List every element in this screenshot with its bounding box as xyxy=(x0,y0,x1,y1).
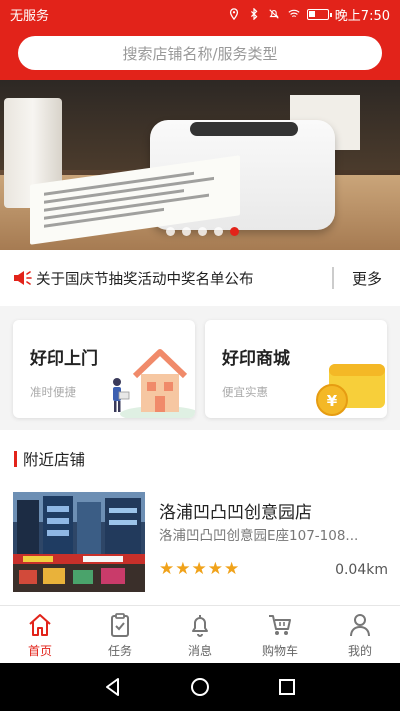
more-link[interactable]: 更多 xyxy=(334,268,400,289)
system-nav-bar xyxy=(0,663,400,711)
store-photo xyxy=(13,492,145,592)
notice-bar[interactable]: 关于国庆节抽奖活动中奖名单公布 更多 xyxy=(0,250,400,306)
carousel-dot[interactable] xyxy=(166,227,175,236)
section-title: 附近店铺 xyxy=(23,451,86,469)
tab-cart[interactable]: 购物车 xyxy=(240,606,320,663)
carousel-dot[interactable] xyxy=(182,227,191,236)
mute-icon xyxy=(269,9,279,19)
wifi-icon xyxy=(288,9,300,18)
status-icons: 晚上7:50 xyxy=(227,5,390,24)
card-subtitle: 便宜实惠 xyxy=(222,385,268,399)
carousel-dot[interactable] xyxy=(198,227,207,236)
search-input[interactable]: 搜索店铺名称/服务类型 xyxy=(18,36,382,70)
recents-icon[interactable] xyxy=(276,676,298,698)
nearby-stores-section: 附近店铺 洛浦凹凸凹创意园店 洛浦凹凸凹创意园E座107-108... ★★★★… xyxy=(0,430,400,605)
bluetooth-icon xyxy=(250,8,258,20)
svg-text:¥: ¥ xyxy=(327,392,338,410)
carousel-dot[interactable] xyxy=(214,227,223,236)
status-bar: 无服务 晚上7:50 xyxy=(0,0,400,28)
tab-label: 首页 xyxy=(27,643,52,658)
store-list-item[interactable]: 洛浦凹凸凹创意园店 洛浦凹凸凹创意园E座107-108... ★★★★★ 0.0… xyxy=(13,492,388,594)
tab-profile[interactable]: 我的 xyxy=(320,606,400,663)
user-icon xyxy=(350,613,370,636)
carousel-dot-active[interactable] xyxy=(230,227,239,236)
home-circle-icon[interactable] xyxy=(189,676,211,698)
house-icon xyxy=(113,349,195,418)
tab-tasks[interactable]: 任务 xyxy=(80,606,160,663)
card-title: 好印商城 xyxy=(222,349,290,369)
wallet-coin-icon: ¥ xyxy=(316,364,385,416)
notice-text[interactable]: 关于国庆节抽奖活动中奖名单公布 xyxy=(36,268,332,289)
bell-icon xyxy=(192,614,208,637)
cart-icon xyxy=(269,614,291,635)
bottom-tab-bar: 首页 任务 消息 购物车 我的 xyxy=(0,605,400,663)
tab-messages[interactable]: 消息 xyxy=(160,606,240,663)
speaker-icon xyxy=(14,271,32,285)
back-icon[interactable] xyxy=(102,676,124,698)
tab-home[interactable]: 首页 xyxy=(0,606,80,663)
mall-card[interactable]: 好印商城 便宜实惠 ¥ xyxy=(205,320,387,418)
search-placeholder: 搜索店铺名称/服务类型 xyxy=(122,44,278,63)
battery-icon xyxy=(306,8,332,20)
tab-label: 购物车 xyxy=(261,643,298,658)
app-header: 无服务 晚上7:50 搜索店铺名称/服务类型 xyxy=(0,0,400,80)
tab-label: 任务 xyxy=(107,643,132,658)
carrier-label: 无服务 xyxy=(10,8,50,24)
clipboard-icon xyxy=(111,612,129,637)
carousel-indicator xyxy=(166,227,239,236)
home-service-card[interactable]: 好印上门 准时便捷 xyxy=(13,320,195,418)
store-distance: 0.04km xyxy=(335,562,388,578)
clock-label: 晚上7:50 xyxy=(334,8,390,24)
store-name: 洛浦凹凸凹创意园店 xyxy=(159,503,312,523)
section-header: 附近店铺 xyxy=(14,448,85,470)
tab-label: 我的 xyxy=(347,643,372,658)
store-address: 洛浦凹凸凹创意园E座107-108... xyxy=(159,528,359,544)
promo-banner[interactable] xyxy=(0,80,400,250)
home-icon xyxy=(29,613,51,636)
store-rating-stars: ★★★★★ xyxy=(159,559,241,579)
service-cards: 好印上门 准时便捷 好印商城 便宜实惠 ¥ xyxy=(0,306,400,430)
card-subtitle: 准时便捷 xyxy=(30,385,76,399)
card-title: 好印上门 xyxy=(30,349,98,369)
location-icon xyxy=(229,8,238,20)
tab-label: 消息 xyxy=(187,643,212,658)
